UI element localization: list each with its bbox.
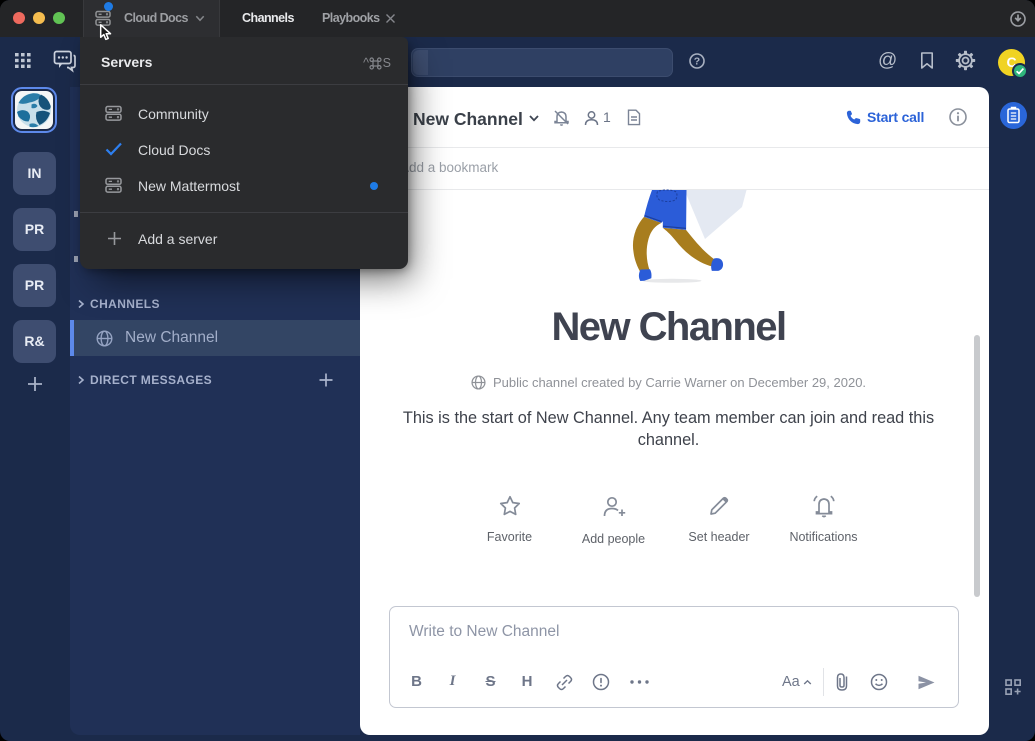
- svg-text:?: ?: [694, 55, 700, 67]
